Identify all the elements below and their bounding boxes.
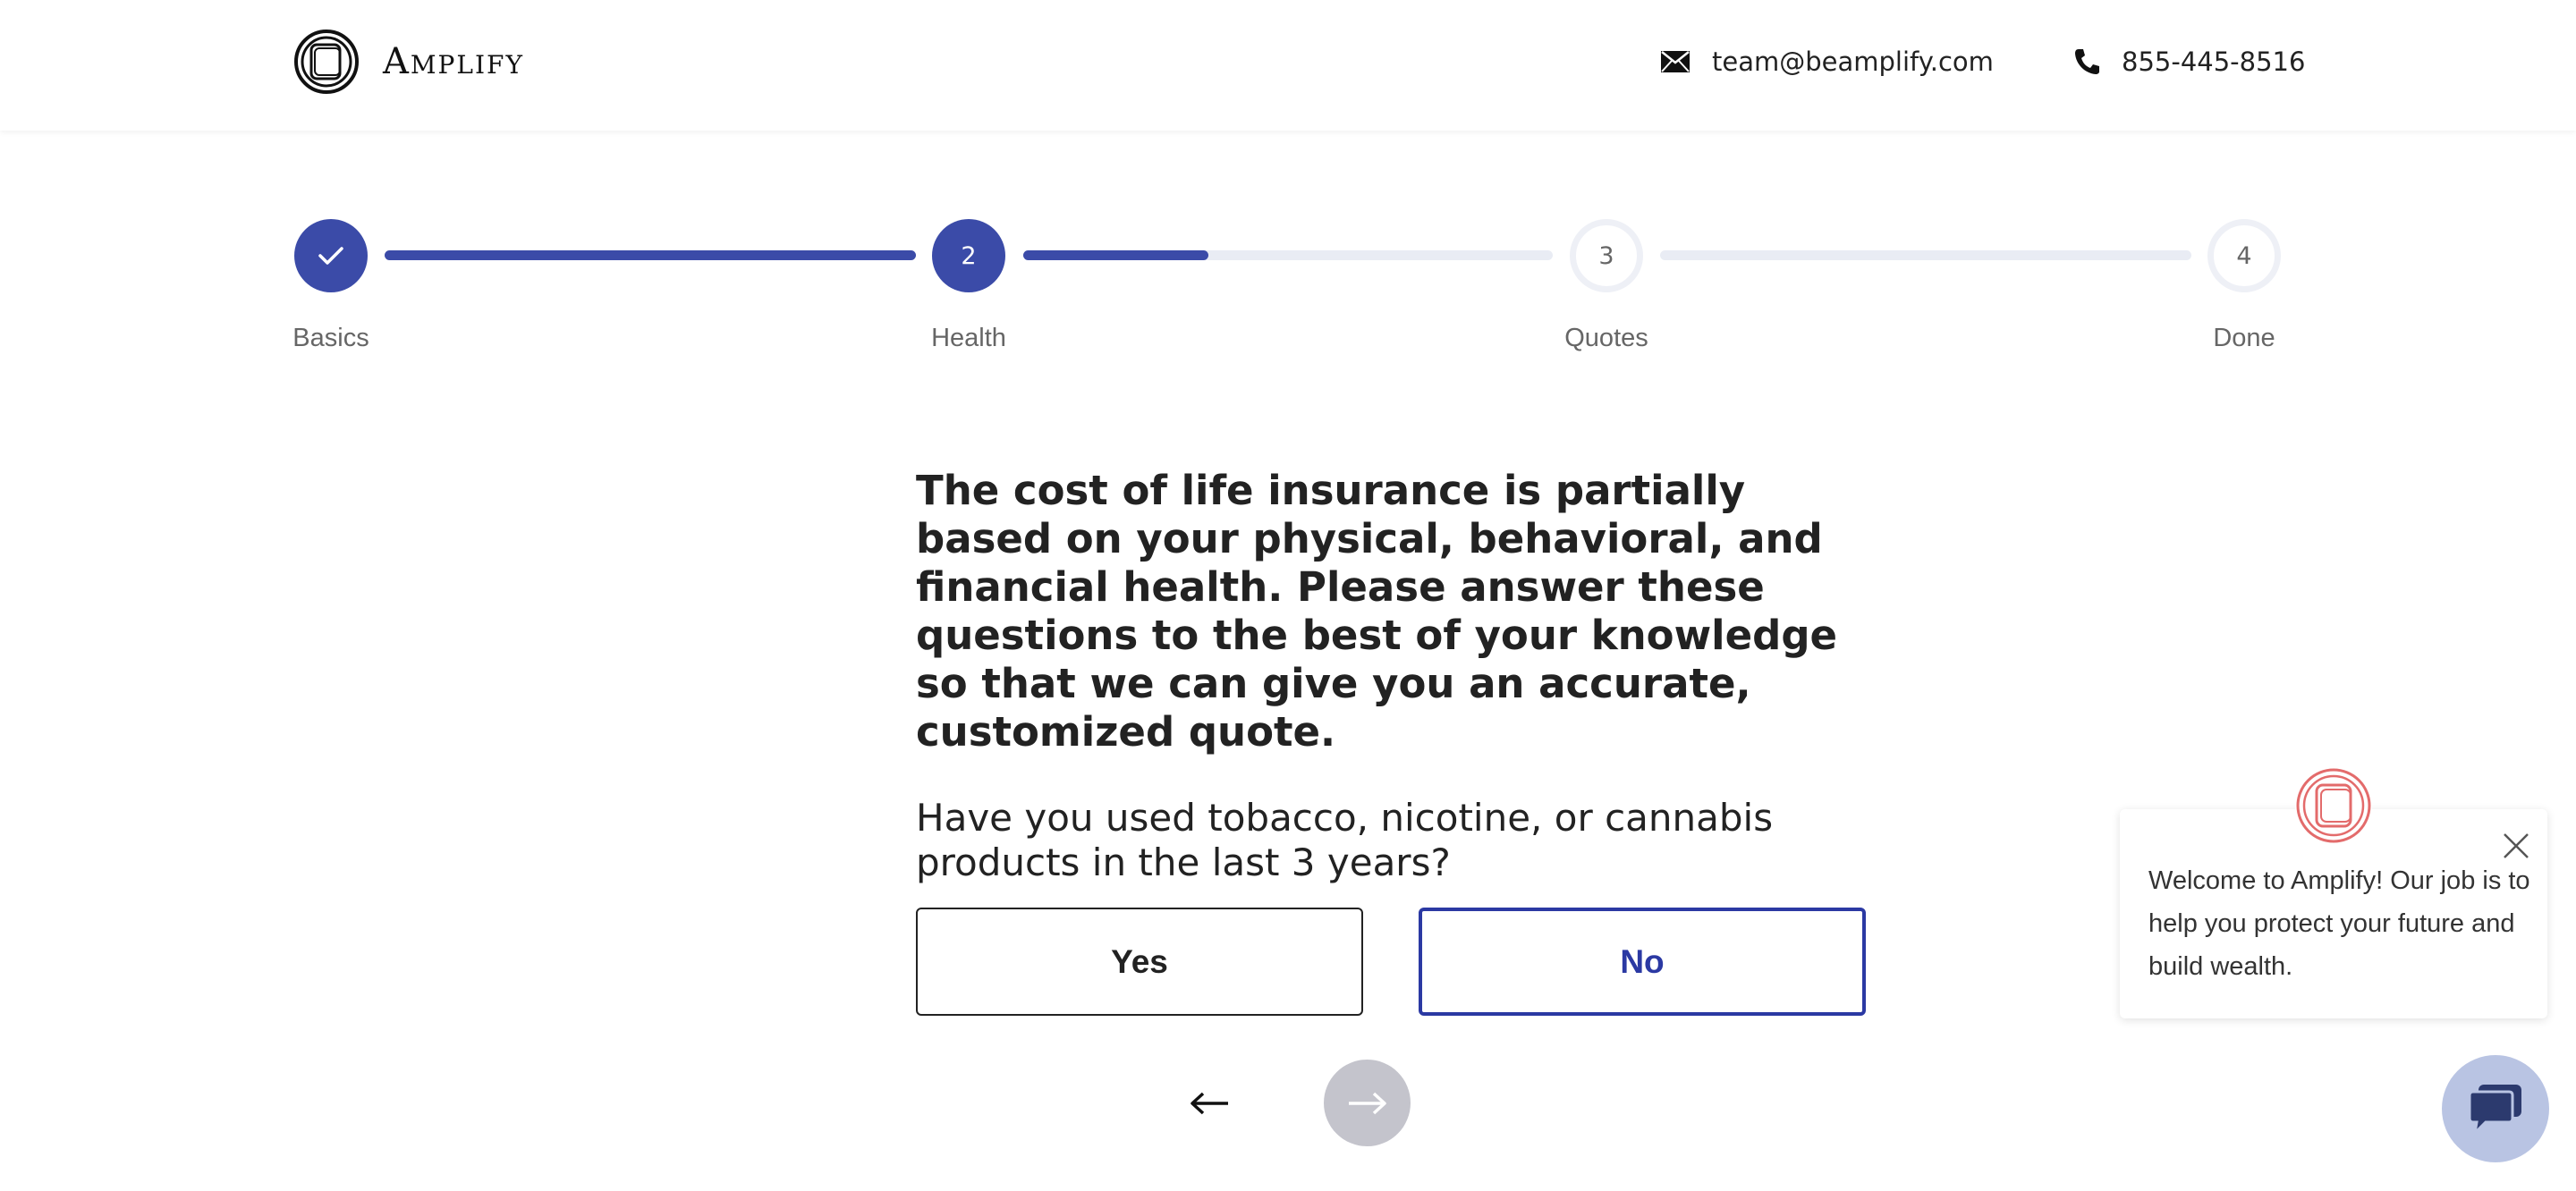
arrow-left-icon bbox=[1191, 1092, 1228, 1115]
step-quotes-label: Quotes bbox=[1564, 324, 1648, 352]
checkmark-icon bbox=[318, 247, 343, 265]
close-icon[interactable] bbox=[2501, 831, 2531, 861]
chat-avatar-logo-icon bbox=[2295, 767, 2372, 844]
back-button[interactable] bbox=[1182, 1077, 1236, 1130]
chat-launcher-button[interactable] bbox=[2442, 1055, 2549, 1162]
step-basics-circle bbox=[294, 219, 368, 292]
progress-track-2 bbox=[1023, 250, 1553, 260]
progress-track-1 bbox=[385, 250, 916, 260]
step-health-number: 2 bbox=[961, 241, 977, 270]
progress-track-3 bbox=[1660, 250, 2191, 260]
answer-options: Yes No bbox=[916, 908, 1866, 1016]
chat-message: Welcome to Amplify! Our job is to help y… bbox=[2148, 866, 2530, 981]
step-health-circle: 2 bbox=[932, 219, 1005, 292]
progress-stepper: 2 3 4 Basics Health Quotes Done bbox=[0, 0, 2576, 376]
step-quotes-circle: 3 bbox=[1570, 219, 1643, 292]
question-panel: The cost of life insurance is partially … bbox=[916, 467, 1864, 885]
next-button[interactable] bbox=[1324, 1060, 1411, 1146]
step-quotes-number: 3 bbox=[1598, 241, 1614, 270]
step-done-number: 4 bbox=[2236, 241, 2252, 270]
step-done-label: Done bbox=[2213, 324, 2275, 352]
answer-no-button[interactable]: No bbox=[1419, 908, 1866, 1016]
chat-icon bbox=[2468, 1085, 2521, 1136]
step-done-circle: 4 bbox=[2207, 219, 2281, 292]
progress-fill-2 bbox=[1023, 250, 1209, 260]
answer-yes-button[interactable]: Yes bbox=[916, 908, 1363, 1016]
intro-text: The cost of life insurance is partially … bbox=[916, 467, 1838, 756]
step-basics-label: Basics bbox=[292, 324, 369, 352]
progress-fill-1 bbox=[385, 250, 916, 260]
arrow-right-icon bbox=[1348, 1092, 1386, 1114]
step-health-label: Health bbox=[931, 324, 1006, 352]
question-text: Have you used tobacco, nicotine, or cann… bbox=[916, 796, 1774, 884]
